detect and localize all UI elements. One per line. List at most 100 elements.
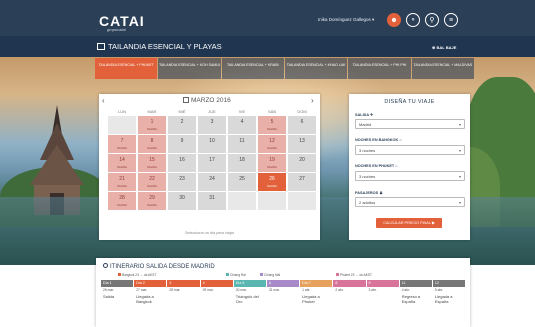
flight-label: Phuket 23 → ok:AKST: [336, 273, 372, 277]
tab-6[interactable]: TAILANDIA ESENCIAL + MALDIVAS: [411, 58, 474, 79]
day-number: 12: [269, 138, 275, 144]
calendar-day[interactable]: 5 SALIDA: [258, 116, 286, 134]
itinerary-days: Día 1 26 mar. Salida Día 2 27 mar. Llegada a …: [101, 280, 466, 305]
calendar-day[interactable]: 8 SALIDA: [138, 135, 166, 153]
calendar-day[interactable]: 23: [168, 173, 196, 191]
day-number: 19: [269, 157, 275, 163]
calendar-day[interactable]: 14 SALIDA: [108, 154, 136, 172]
calendar-day[interactable]: 15 SALIDA: [138, 154, 166, 172]
field-select[interactable]: 3 noches ▾: [355, 145, 465, 155]
calendar-day[interactable]: 16: [168, 154, 196, 172]
departure-label: SALIDA: [117, 184, 127, 188]
calendar-day[interactable]: 29 SALIDA: [138, 192, 166, 210]
calendar-day[interactable]: 24: [198, 173, 226, 191]
calendar-empty-cell: [258, 192, 286, 210]
day-number: 24: [209, 176, 215, 182]
weekday-label: MAR: [147, 109, 157, 114]
calendar-day[interactable]: 12 SALIDA: [258, 135, 286, 153]
day-bar: 9: [366, 280, 399, 287]
calendar-day[interactable]: 17: [198, 154, 226, 172]
calculate-price-button[interactable]: CALCULAR PRECIO FINAL ▶: [376, 218, 442, 228]
calendar-day[interactable]: 27: [288, 173, 316, 191]
tab-3[interactable]: TAILANDIA ESENCIAL + KRABI: [221, 58, 284, 79]
calendar-day[interactable]: 9: [168, 135, 196, 153]
day-description: Llegada a Bangkok: [136, 294, 154, 304]
field-select[interactable]: 2 adultos ▾: [355, 197, 465, 207]
calendar-day[interactable]: 1 SALIDA: [138, 116, 166, 134]
globe-icon[interactable]: ⚬: [406, 13, 420, 27]
calendar-day[interactable]: 20: [288, 154, 316, 172]
subbar-action[interactable]: ⊕ BAL BAJE: [432, 45, 456, 50]
itinerary-day[interactable]: 82 abr.: [333, 280, 366, 305]
prev-month-icon[interactable]: ‹: [102, 96, 105, 105]
calendar-day[interactable]: 7 SALIDA: [108, 135, 136, 153]
itinerary-day[interactable]: 4 29 mar.: [200, 280, 233, 305]
departure-label: SALIDA: [147, 203, 157, 207]
day-number: 22: [149, 176, 155, 182]
next-month-icon[interactable]: ›: [311, 96, 314, 105]
calendar-day[interactable]: 30: [168, 192, 196, 210]
itinerary-day[interactable]: Día 5 30 mar. Triángulo del Oro: [233, 280, 266, 305]
user-name-dropdown[interactable]: Inika Domínguez Gallegos ▾: [318, 17, 374, 23]
field-label: NOCHES EN BANGKOK ⌂: [355, 138, 402, 142]
calendar-day[interactable]: 4: [228, 116, 256, 134]
itinerary-day[interactable]: 93 abr.: [366, 280, 399, 305]
field-label: NOCHES EN PHUKET ⌂: [355, 164, 398, 168]
field-select[interactable]: 3 noches ▾: [355, 171, 465, 181]
calendar-day[interactable]: 25: [228, 173, 256, 191]
flight-text: Chiang Mai: [264, 273, 281, 277]
day-number: 4: [240, 119, 244, 125]
calendar-day[interactable]: 13: [288, 135, 316, 153]
plane-icon: [118, 273, 121, 276]
day-number: 28: [119, 195, 125, 201]
calendar-day[interactable]: 28 SALIDA: [108, 192, 136, 210]
tab-2[interactable]: TAILANDIA ESENCIAL + KOH SAMUI: [158, 58, 221, 79]
itinerary-title: ITINERARIO SALIDA DESDE MADRID: [103, 263, 215, 270]
calendar-day[interactable]: 21 SALIDA: [108, 173, 136, 191]
day-number: 5: [270, 119, 274, 125]
plane-icon: [336, 273, 339, 276]
calendar-day[interactable]: 3: [198, 116, 226, 134]
day-date: 3 abr.: [368, 288, 377, 292]
user-icon[interactable]: ☻: [387, 13, 401, 27]
day-number: 26: [269, 176, 275, 182]
calendar-day[interactable]: 26 SALIDA: [258, 173, 286, 191]
departure-label: SALIDA: [117, 203, 127, 207]
tab-1[interactable]: TAILANDIA ESENCIAL + PHUKET: [95, 58, 158, 79]
calendar-day[interactable]: 22 SALIDA: [138, 173, 166, 191]
itinerary-day[interactable]: Día 71 abr. Llegada a Phuket: [300, 280, 333, 305]
select-value: 2 adultos: [359, 200, 376, 205]
calendar-day[interactable]: 18: [228, 154, 256, 172]
weekday-label: JUE: [208, 109, 216, 114]
day-number: 3: [210, 119, 214, 125]
calendar-day[interactable]: 6: [288, 116, 316, 134]
package-tabs: TAILANDIA ESENCIAL + PHUKET TAILANDIA ESE…: [95, 58, 475, 79]
itinerary-day[interactable]: Día 1 26 mar. Salida: [101, 280, 134, 305]
calendar-day[interactable]: 2: [168, 116, 196, 134]
tab-5[interactable]: TAILANDIA ESENCIAL + PHI PHI: [348, 58, 411, 79]
calendar-day[interactable]: 31: [198, 192, 226, 210]
tab-4[interactable]: TAILANDIA ESENCIAL + KHAO LAK: [284, 58, 348, 79]
itinerary-day[interactable]: Día 2 27 mar. Llegada a Bangkok: [134, 280, 167, 305]
chevron-down-icon: ▾: [458, 148, 461, 153]
calendar-day[interactable]: 10: [198, 135, 226, 153]
day-bar: Día 1: [101, 280, 134, 287]
trip-title: TAILANDIA ESENCIAL Y PLAYAS: [97, 42, 222, 51]
itinerary-day[interactable]: 11 4 abr. Regreso a España: [399, 280, 432, 305]
day-number: 25: [239, 176, 245, 182]
calendar-day[interactable]: 11: [228, 135, 256, 153]
weekday-label: MIÉ: [178, 109, 186, 114]
chevron-down-icon: ▾: [458, 122, 461, 127]
itinerary-day[interactable]: 6 31 mar.: [266, 280, 300, 305]
booking-panel: DISEÑA TU VIAJE SALIDA ✈ Madrid ▾ NOCHES EN…: [349, 94, 470, 240]
calendar-empty-cell: [108, 116, 136, 134]
calendar-day[interactable]: 19 SALIDA: [258, 154, 286, 172]
departure-label: SALIDA: [117, 165, 127, 169]
itinerary-day[interactable]: 3 28 mar.: [167, 280, 200, 305]
menu-icon[interactable]: ≡: [444, 13, 458, 27]
departure-label: SALIDA: [267, 146, 277, 150]
field-select[interactable]: Madrid ▾: [355, 119, 465, 129]
itinerary-day[interactable]: 12 5 abr. Llegada a España: [432, 280, 466, 305]
search-icon[interactable]: ⚲: [425, 13, 439, 27]
calendar-note: Selecciona un día para viajar: [185, 231, 234, 235]
